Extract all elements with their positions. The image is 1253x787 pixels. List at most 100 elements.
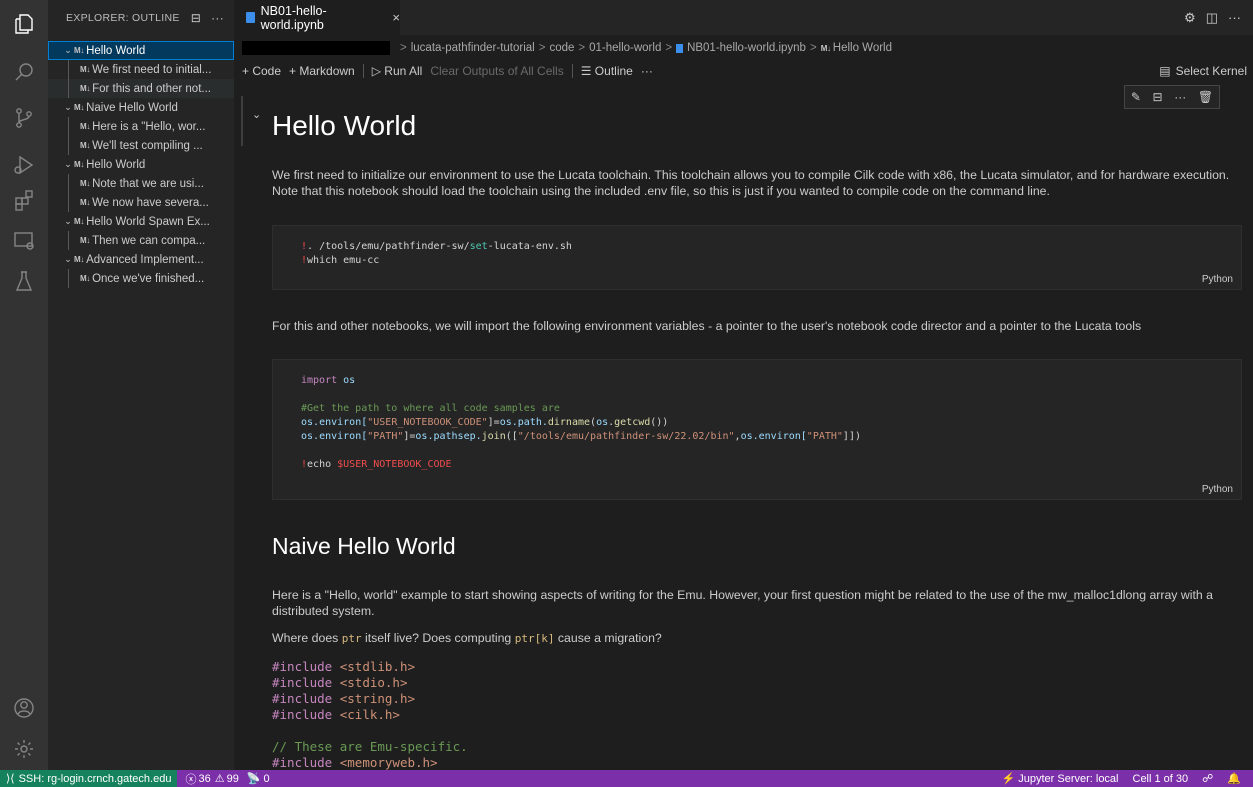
edit-icon[interactable]: ✎ (1131, 90, 1141, 104)
add-code-button[interactable]: + Code (242, 64, 281, 78)
outline-item[interactable]: ⌄ M↓ Naive Hello World (48, 98, 234, 117)
testing-icon[interactable] (12, 269, 36, 293)
outline-item-label: Then we can compa... (92, 234, 206, 247)
outline-item[interactable]: ⌄ M↓ Hello World Spawn Ex... (48, 212, 234, 231)
markdown-icon: M↓ (80, 236, 91, 245)
markdown-icon: M↓ (80, 122, 91, 131)
jupyter-server-status[interactable]: ⚡ Jupyter Server: local (1002, 772, 1119, 786)
outline-item[interactable]: ⌄ M↓ Advanced Implement... (48, 250, 234, 269)
markdown-icon: M↓ (80, 198, 91, 207)
sidebar-outline: EXPLORER: OUTLINE ⊟ ··· ⌄ M↓ Hello World M↓… (48, 0, 234, 770)
toolbar-more-icon[interactable]: ··· (641, 64, 653, 78)
markdown-icon: M↓ (74, 217, 85, 226)
cell-language[interactable]: Python (1202, 274, 1233, 285)
delete-icon[interactable]: 🗑 (1198, 90, 1213, 104)
outline-item-label: Advanced Implement... (86, 253, 204, 266)
cell-toolbar: ✎ ⊟ ··· 🗑 (1124, 85, 1220, 109)
chevron-down-icon[interactable]: ⌄ (62, 216, 74, 227)
run-debug-icon[interactable] (12, 153, 36, 177)
more-icon[interactable]: ··· (1228, 10, 1241, 26)
outline-item[interactable]: M↓ Here is a "Hello, wor... (48, 117, 234, 136)
markdown-icon: M↓ (80, 65, 91, 74)
breadcrumb-item[interactable]: NB01-hello-world.ipynb (687, 42, 806, 54)
outline-item[interactable]: ⌄ M↓ Hello World (48, 155, 234, 174)
warning-icon: ⚠ (214, 773, 225, 785)
gear-icon[interactable]: ⚙ (1184, 10, 1196, 26)
markdown-icon: M↓ (80, 141, 91, 150)
breadcrumb-item[interactable]: code (549, 42, 574, 54)
breadcrumb-item[interactable]: Hello World (833, 42, 892, 54)
outline-item[interactable]: M↓ Once we've finished... (48, 269, 234, 288)
activity-bar (0, 0, 48, 770)
code-cell[interactable]: !. /tools/emu/pathfinder-sw/set-lucata-e… (272, 225, 1242, 290)
run-all-button[interactable]: ▷ Run All (372, 64, 423, 78)
clear-outputs-button[interactable]: Clear Outputs of All Cells (430, 64, 563, 78)
source-control-icon[interactable] (12, 106, 36, 130)
outline-item-label: We now have severa... (92, 196, 209, 209)
outline-item[interactable]: M↓ We'll test compiling ... (48, 136, 234, 155)
tab-notebook[interactable]: NB01-hello-world.ipynb × (234, 0, 400, 35)
accounts-icon[interactable] (12, 696, 36, 720)
outline-item-label: Hello World Spawn Ex... (86, 215, 210, 228)
editor-area: NB01-hello-world.ipynb × ⚙ ◫ ··· > lucat… (234, 0, 1253, 770)
select-kernel-label: Select Kernel (1175, 64, 1247, 78)
breadcrumb-item[interactable]: 01-hello-world (589, 42, 661, 54)
sidebar-header: EXPLORER: OUTLINE ⊟ ··· (48, 0, 234, 35)
problems-indicator[interactable]: ⓧ 36 ⚠ 99 (185, 771, 238, 787)
explorer-icon[interactable] (12, 12, 36, 36)
remote-indicator[interactable]: ⟩⟨ SSH: rg-login.crnch.gatech.edu (0, 770, 178, 787)
markdown-paragraph: Where does ptr itself live? Does computi… (272, 631, 662, 645)
outline-item-label: We first need to initial... (92, 63, 212, 76)
redacted-path (242, 41, 390, 55)
markdown-icon: M↓ (74, 255, 85, 264)
outline-item[interactable]: ⌄ M↓ Hello World (48, 41, 234, 60)
notebook-icon (676, 43, 684, 53)
sidebar-title: EXPLORER: OUTLINE (66, 11, 180, 24)
outline-item-label: Hello World (86, 44, 146, 57)
outline-item-label: Note that we are usi... (92, 177, 204, 190)
outline-item-label: For this and other not... (92, 82, 211, 95)
outline-item-label: Here is a "Hello, wor... (92, 120, 206, 133)
markdown-icon: M↓ (80, 84, 91, 93)
outline-item[interactable]: M↓ We first need to initial... (48, 60, 234, 79)
notifications-bell-icon[interactable]: 🔔 (1227, 772, 1241, 785)
chevron-down-icon[interactable]: ⌄ (62, 254, 74, 265)
heading-naive-hello-world: Naive Hello World (272, 533, 456, 559)
settings-gear-icon[interactable] (12, 737, 36, 761)
markdown-icon: M↓ (74, 103, 85, 112)
extensions-icon[interactable] (12, 188, 36, 212)
add-markdown-button[interactable]: + Markdown (289, 64, 355, 78)
outline-item[interactable]: M↓ We now have severa... (48, 193, 234, 212)
chevron-down-icon[interactable]: ⌄ (62, 102, 74, 113)
code-cell[interactable]: import os #Get the path to where all cod… (272, 359, 1242, 500)
outline-item-label: Hello World (86, 158, 146, 171)
cell-language[interactable]: Python (1202, 484, 1233, 495)
split-editor-icon[interactable]: ◫ (1206, 10, 1218, 26)
collapse-all-icon[interactable]: ⊟ (191, 11, 201, 25)
outline-item-label: We'll test compiling ... (92, 139, 203, 152)
outline-button[interactable]: ☰ Outline (581, 64, 633, 78)
outline-item-label: Once we've finished... (92, 272, 205, 285)
markdown-icon: M↓ (74, 46, 85, 55)
more-actions-icon[interactable]: ··· (211, 11, 224, 25)
chevron-down-icon[interactable]: ⌄ (62, 45, 74, 56)
chevron-down-icon[interactable]: ⌄ (252, 108, 261, 121)
remote-explorer-icon[interactable] (12, 229, 36, 253)
breadcrumb-item[interactable]: lucata-pathfinder-tutorial (411, 42, 535, 54)
heading-hello-world: Hello World (272, 110, 417, 141)
ports-indicator[interactable]: 📡 0 (247, 772, 270, 786)
cell-position[interactable]: Cell 1 of 30 (1133, 773, 1189, 785)
error-icon: ⓧ (185, 773, 197, 786)
chevron-down-icon[interactable]: ⌄ (62, 159, 74, 170)
outline-item[interactable]: M↓ Then we can compa... (48, 231, 234, 250)
outline-item[interactable]: M↓ For this and other not... (48, 79, 234, 98)
select-kernel-button[interactable]: ▤ Select Kernel (1159, 64, 1247, 78)
kernel-icon: ▤ (1159, 64, 1171, 78)
search-icon[interactable] (12, 60, 36, 84)
outline-item[interactable]: M↓ Note that we are usi... (48, 174, 234, 193)
cell-more-icon[interactable]: ··· (1174, 90, 1186, 104)
close-icon[interactable]: × (392, 10, 400, 25)
markdown-icon: M↓ (80, 179, 91, 188)
split-cell-icon[interactable]: ⊟ (1153, 90, 1163, 104)
feedback-icon[interactable]: ☍ (1202, 772, 1213, 785)
